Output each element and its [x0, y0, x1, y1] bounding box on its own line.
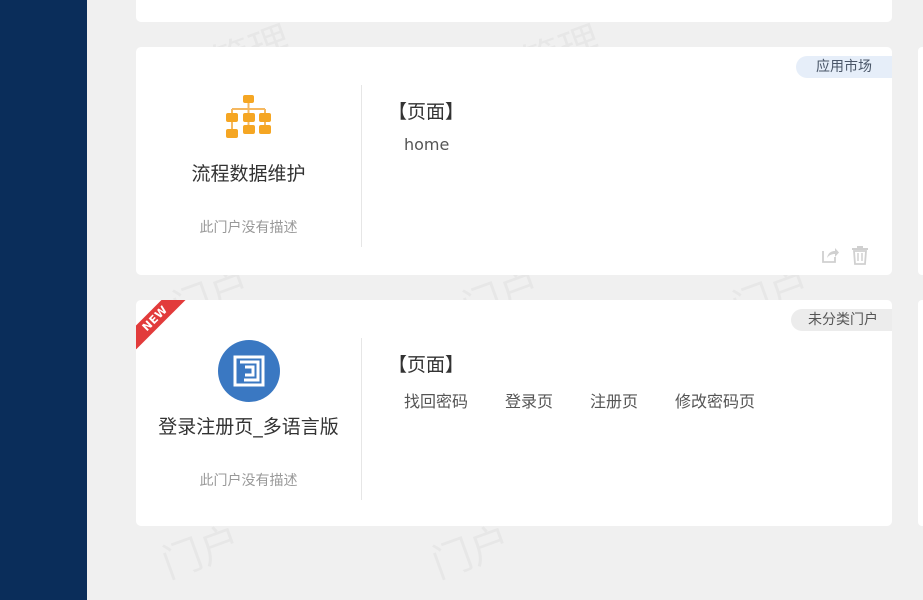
category-badge: 应用市场 — [796, 56, 892, 78]
portal-description: 此门户没有描述 — [199, 220, 298, 236]
sidebar — [0, 0, 87, 600]
share-icon[interactable] — [820, 245, 840, 265]
portal-name: 流程数据维护 — [191, 163, 306, 185]
divider — [361, 85, 362, 247]
portal-summary: 登录注册页_多语言版 此门户没有描述 — [136, 300, 361, 526]
portal-card-partial — [918, 47, 923, 275]
portal-card-previous — [136, 0, 892, 22]
page-link-home[interactable]: home — [404, 135, 449, 154]
portal-description: 此门户没有描述 — [199, 473, 298, 489]
page-link-forgot-password[interactable]: 找回密码 — [404, 388, 468, 412]
pages-section-title: 【页面】 — [388, 101, 465, 123]
flowchart-icon — [226, 95, 271, 138]
page-link-login[interactable]: 登录页 — [505, 388, 553, 412]
portal-summary: 流程数据维护 此门户没有描述 — [136, 47, 361, 275]
divider — [361, 338, 362, 500]
portal-card[interactable]: 应用市场 流程数据维护 此门户没有描述 【页面】 home — [136, 47, 892, 275]
pages-section-title: 【页面】 — [388, 354, 465, 376]
page-link-register[interactable]: 注册页 — [590, 388, 638, 412]
card-actions — [820, 245, 870, 265]
portal-card-partial — [918, 300, 923, 526]
portal-name: 登录注册页_多语言版 — [158, 416, 339, 438]
login-portal-icon — [218, 340, 280, 402]
page-link-change-password[interactable]: 修改密码页 — [675, 388, 755, 412]
page-list: home — [404, 135, 449, 154]
page-list: 找回密码 登录页 注册页 修改密码页 — [404, 388, 755, 412]
delete-icon[interactable] — [850, 245, 870, 265]
category-badge: 未分类门户 — [791, 309, 892, 331]
portal-card[interactable]: NEW 未分类门户 登录注册页_多语言版 此门户没有描述 【页面】 找回密码 登… — [136, 300, 892, 526]
